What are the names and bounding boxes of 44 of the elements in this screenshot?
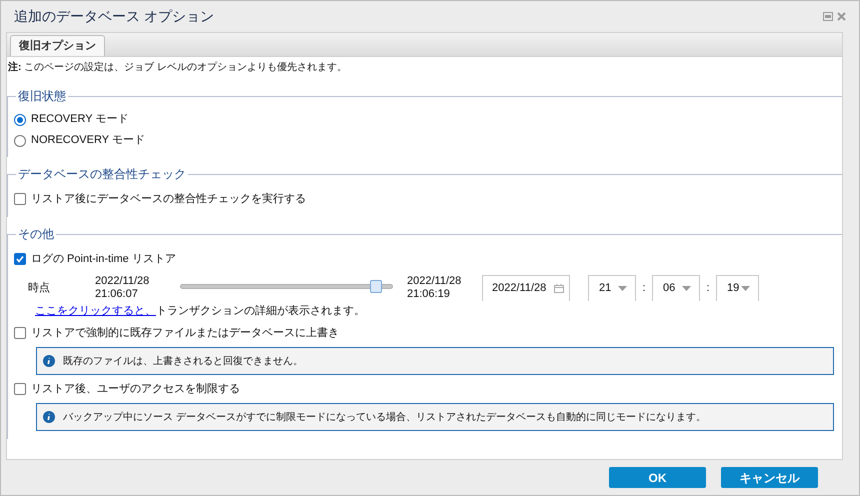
radio-button[interactable] xyxy=(14,134,26,146)
checkbox[interactable] xyxy=(14,383,26,395)
end-time: 21:06:19 xyxy=(407,288,451,301)
slider-thumb[interactable] xyxy=(370,280,382,293)
end-date: 2022/11/28 xyxy=(407,275,462,288)
section-legend: データベースの整合性チェック xyxy=(16,165,188,183)
dropdown[interactable]: 06 xyxy=(652,275,700,301)
caret-icon xyxy=(741,286,750,291)
note-text: 注: このページの設定は、ジョブ レベルのオプションよりも優先されます。 xyxy=(7,60,348,75)
radio-label: NORECOVERY モード xyxy=(31,133,145,148)
checkbox[interactable] xyxy=(14,327,26,339)
dropdown[interactable]: 21 xyxy=(588,275,636,301)
start-date: 2022/11/28 xyxy=(95,275,150,288)
restore-icon[interactable] xyxy=(823,12,833,21)
section-legend: 復旧状態 xyxy=(16,87,68,105)
checkbox[interactable] xyxy=(14,253,26,265)
info-icon xyxy=(43,355,55,367)
checkbox-label: リストア後、ユーザのアクセスを制限する xyxy=(31,382,240,397)
calendar-icon xyxy=(554,284,564,293)
time-label: 時点 xyxy=(28,280,51,296)
info-text: 既存のファイルは、上書きされると回復できません。 xyxy=(63,354,303,368)
tab[interactable]: 復旧オプション xyxy=(10,35,105,56)
start-time: 21:06:07 xyxy=(95,288,139,301)
date-field[interactable]: 2022/11/28 xyxy=(482,275,570,301)
caret-icon xyxy=(682,286,691,291)
time-separator: : xyxy=(641,281,647,296)
dropdown[interactable]: 19 xyxy=(716,275,759,301)
transaction-details-text: ここをクリックすると、トランザクションの詳細が表示されます。 xyxy=(34,304,366,319)
window-title: 追加のデータベース オプション xyxy=(14,7,214,26)
radio-button[interactable] xyxy=(14,114,26,126)
cancel-button[interactable]: キャンセル xyxy=(721,467,818,488)
checkbox[interactable] xyxy=(14,193,26,205)
close-icon[interactable] xyxy=(837,12,846,21)
checkbox-label: ログの Point-in-time リストア xyxy=(31,252,176,267)
info-icon xyxy=(43,411,55,423)
checkbox-label: リストア後にデータベースの整合性チェックを実行する xyxy=(31,192,306,207)
radio-label: RECOVERY モード xyxy=(31,112,128,128)
checkbox-label: リストアで強制的に既存ファイルまたはデータベースに上書き xyxy=(31,326,339,341)
details-link[interactable]: ここをクリックすると、 xyxy=(35,305,156,317)
section-legend: その他 xyxy=(16,225,56,243)
caret-icon xyxy=(618,286,627,291)
time-separator: : xyxy=(705,281,711,296)
info-text: バックアップ中にソース データベースがすでに制限モードになっている場合、リストアされたデータベースも自動的に同じモードになります。 xyxy=(63,410,706,424)
ok-button[interactable]: OK xyxy=(609,467,706,488)
